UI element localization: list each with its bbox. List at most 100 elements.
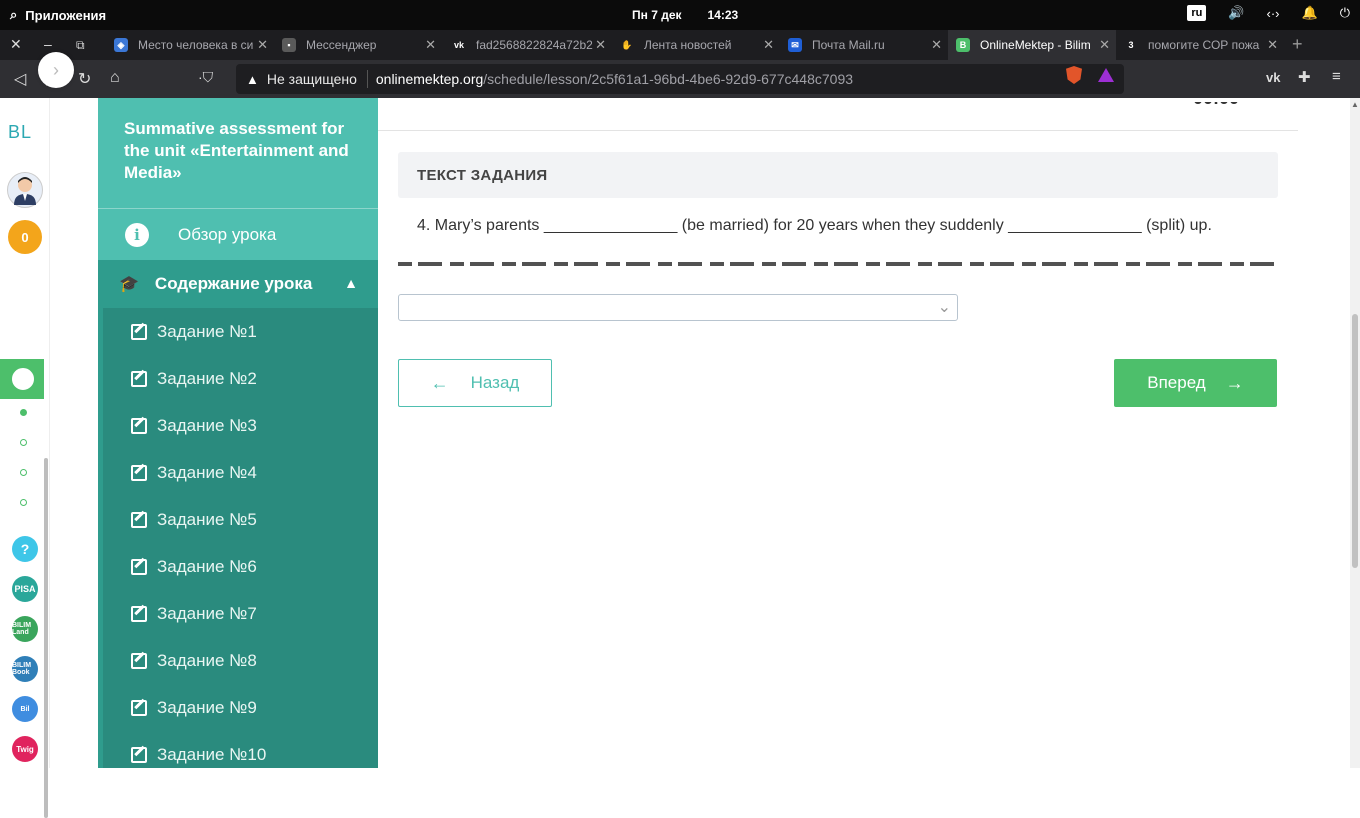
vk-extension-icon[interactable]: vk — [1266, 70, 1280, 85]
browser-tab[interactable]: ▪ Мессенджер ✕ — [274, 30, 442, 60]
bilimland-app-icon[interactable]: BILIM Land — [12, 616, 38, 642]
browser-tab[interactable]: ◈ Место человека в си ✕ — [106, 30, 274, 60]
sidebar-task-label: Задание №10 — [157, 744, 267, 764]
tab-title: OnlineMektep - Bilim — [980, 38, 1091, 52]
close-tab-icon[interactable]: ✕ — [1099, 37, 1110, 53]
close-tab-icon[interactable]: ✕ — [595, 37, 606, 53]
pisa-app-icon[interactable]: PISA — [12, 576, 38, 602]
sidebar-task-item[interactable]: Задание №7 — [103, 590, 378, 637]
keyboard-layout[interactable]: ru — [1187, 5, 1207, 21]
sidebar-task-label: Задание №2 — [157, 368, 257, 388]
edit-icon — [131, 370, 147, 387]
tab-title: Лента новостей — [644, 38, 732, 52]
back-nav-icon[interactable]: ◁ — [14, 69, 26, 89]
tab-favicon-icon: ✉ — [788, 38, 802, 52]
bookmark-icon[interactable]: ·⛉ — [198, 69, 213, 86]
app-rail: BL 0 ? PISA BILIM Land BILIM Book Bil Tw… — [0, 98, 50, 818]
close-window-icon[interactable]: ✕ — [10, 36, 22, 53]
tab-favicon-icon: 3 — [1124, 38, 1138, 52]
extensions-puzzle-icon[interactable]: ✚ — [1298, 68, 1311, 86]
clipped-text-line — [398, 262, 1278, 266]
sidebar-task-item[interactable]: Задание №5 — [103, 496, 378, 543]
close-tab-icon[interactable]: ✕ — [257, 37, 268, 53]
page-dot-active[interactable] — [20, 409, 27, 416]
arrow-left-icon: ← — [430, 372, 449, 393]
answer-select[interactable]: ⌄ — [398, 294, 958, 321]
browser-tab[interactable]: ✉ Почта Mail.ru ✕ — [780, 30, 948, 60]
arrow-right-icon: → — [1225, 372, 1244, 393]
date-label: Пн 7 дек — [632, 8, 682, 22]
sidebar-task-label: Задание №8 — [157, 650, 257, 670]
tab-title: fad2568822824a72b2 — [476, 38, 593, 52]
sidebar-task-item[interactable]: Задание №4 — [103, 449, 378, 496]
close-tab-icon[interactable]: ✕ — [425, 37, 436, 53]
system-tray: ru 🔊 ‹·› 🔔 ⏻ — [1187, 5, 1350, 21]
close-tab-icon[interactable]: ✕ — [931, 37, 942, 53]
restore-icon[interactable]: ⧉ — [76, 38, 85, 53]
rail-scrollbar[interactable] — [44, 458, 48, 818]
task-list: Задание №1 Задание №2 Задание №3 Задание №4… — [103, 308, 378, 768]
sidebar-task-item[interactable]: Задание №9 — [103, 684, 378, 731]
volume-icon[interactable]: 🔊 — [1228, 5, 1244, 21]
address-bar[interactable]: ▲ Не защищено onlinemektep.org/schedule/… — [236, 64, 1124, 94]
security-label: Не защищено — [266, 71, 357, 87]
sidebar-task-item[interactable]: Задание №2 — [103, 355, 378, 402]
edit-icon — [131, 605, 147, 622]
sidebar-task-item[interactable]: Задание №6 — [103, 543, 378, 590]
task-heading: ТЕКСТ ЗАДАНИЯ — [398, 152, 1278, 198]
browser-tab[interactable]: ✋ Лента новостей ✕ — [612, 30, 780, 60]
info-icon: i — [125, 222, 149, 247]
forward-button[interactable]: Вперед → — [1114, 359, 1277, 407]
url-path: /schedule/lesson/2c5f61a1-96bd-4be6-92d9… — [483, 71, 854, 87]
sidebar-task-item[interactable]: Задание №1 — [103, 308, 378, 355]
page-dot[interactable] — [20, 469, 27, 476]
browser-tab[interactable]: 3 помогите СОР пожа ✕ — [1116, 30, 1284, 60]
tab-title: помогите СОР пожа — [1148, 38, 1260, 52]
edit-icon — [131, 417, 147, 434]
tab-favicon-icon: ◈ — [114, 38, 128, 52]
help-icon[interactable]: ? — [12, 536, 38, 562]
avatar[interactable] — [7, 172, 43, 208]
sidebar-task-item[interactable]: Задание №8 — [103, 637, 378, 684]
bl-logo[interactable]: BL — [8, 122, 32, 143]
close-tab-icon[interactable]: ✕ — [1267, 37, 1278, 53]
network-icon[interactable]: ‹·› — [1267, 6, 1280, 21]
twig-app-icon[interactable]: Twig — [12, 736, 38, 762]
tab-title: Мессенджер — [306, 38, 377, 52]
chevron-down-icon: ⌄ — [937, 299, 951, 316]
chevron-up-icon: ▲ — [344, 275, 358, 291]
scroll-up-icon[interactable]: ▲ — [1351, 100, 1359, 109]
bilimbook-app-icon[interactable]: BILIM Book — [12, 656, 38, 682]
minimize-icon[interactable]: – — [44, 36, 52, 52]
os-top-bar: ⌕ Приложения Пн 7 дек 14:23 ru 🔊 ‹·› 🔔 ⏻ — [0, 0, 1360, 30]
reload-icon[interactable]: ↻ — [78, 69, 91, 89]
lesson-overview-link[interactable]: i Обзор урока — [98, 208, 378, 260]
back-button[interactable]: ← Назад — [398, 359, 552, 407]
brave-rewards-icon[interactable] — [1098, 68, 1114, 82]
close-tab-icon[interactable]: ✕ — [763, 37, 774, 53]
bil-app-icon[interactable]: Bil — [12, 696, 38, 722]
page-scrollbar[interactable]: ▲ — [1350, 98, 1360, 768]
applications-menu[interactable]: ⌕ Приложения — [10, 7, 106, 23]
browser-tab[interactable]: vk fad2568822824a72b2 ✕ — [444, 30, 612, 60]
notification-bell-icon[interactable]: 🔔 — [1302, 5, 1318, 21]
power-icon[interactable]: ⏻ — [1340, 5, 1350, 21]
onlinemektep-app-icon[interactable] — [0, 359, 44, 399]
new-tab-button[interactable]: + — [1292, 34, 1303, 55]
tab-title: Почта Mail.ru — [812, 38, 885, 52]
applications-label: Приложения — [25, 7, 107, 23]
tab-favicon-icon: ▪ — [282, 38, 296, 52]
sidebar-task-item[interactable]: Задание №10 — [103, 731, 378, 768]
lesson-content-toggle[interactable]: 🎓 Содержание урока ▲ — [103, 260, 378, 308]
coins-badge[interactable]: 0 — [8, 220, 42, 254]
clock[interactable]: Пн 7 дек 14:23 — [632, 8, 738, 22]
scroll-thumb[interactable] — [1352, 314, 1358, 568]
sidebar-task-item[interactable]: Задание №3 — [103, 402, 378, 449]
lesson-title: Summative assessment for the unit «Enter… — [124, 119, 349, 182]
expand-rail-button[interactable]: › — [38, 52, 74, 88]
home-icon[interactable]: ⌂ — [110, 69, 120, 87]
menu-icon[interactable]: ≡ — [1332, 68, 1341, 85]
browser-tab[interactable]: B OnlineMektep - Bilim ✕ — [948, 30, 1116, 60]
page-dot[interactable] — [20, 499, 27, 506]
page-dot[interactable] — [20, 439, 27, 446]
